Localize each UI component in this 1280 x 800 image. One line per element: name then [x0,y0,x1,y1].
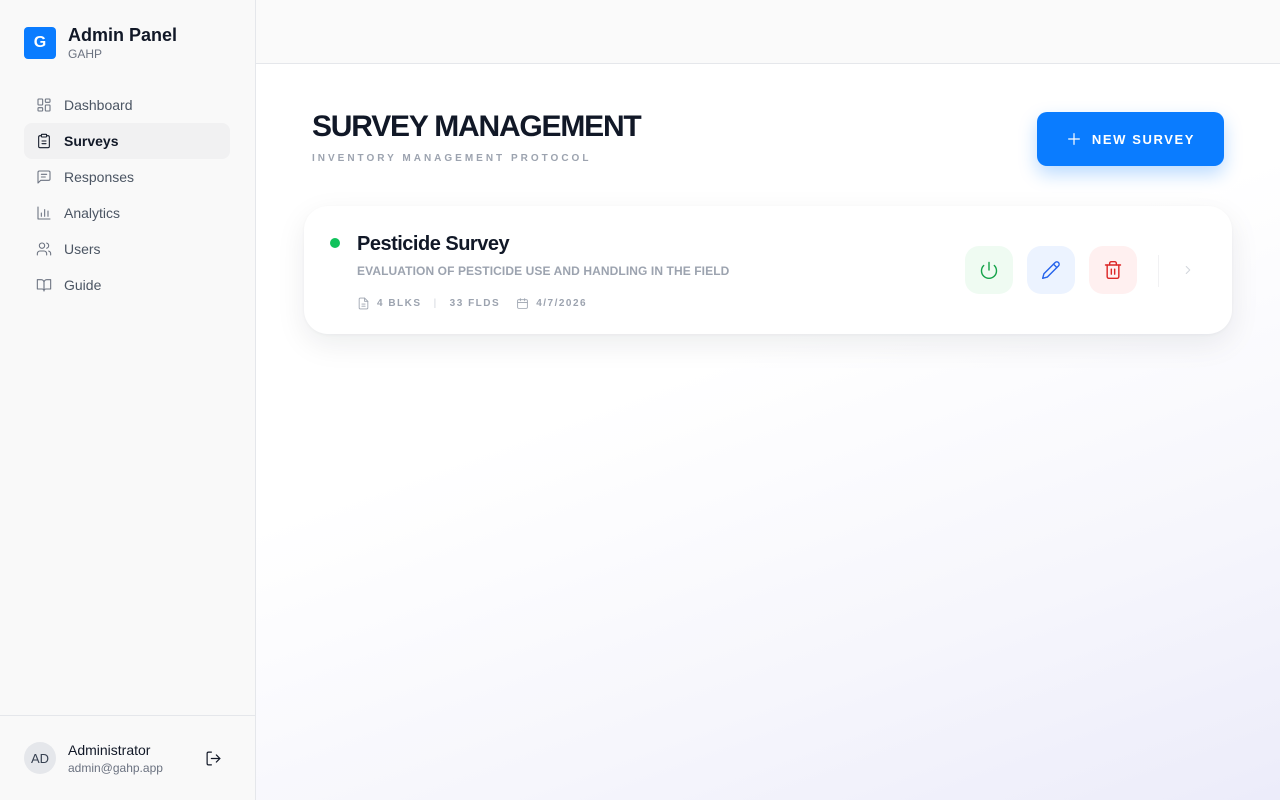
delete-button[interactable] [1089,246,1137,294]
status-indicator [330,238,340,248]
fields-count: 33 FLDS [449,297,501,309]
user-profile: AD Administrator admin@gahp.app [0,715,255,800]
users-icon [36,241,52,257]
blocks-count: 4 BLKS [377,297,422,309]
sidebar-item-guide[interactable]: Guide [24,267,230,303]
survey-card[interactable]: Pesticide Survey EVALUATION OF PESTICIDE… [304,206,1232,334]
sidebar-item-surveys[interactable]: Surveys [24,123,230,159]
avatar[interactable]: AD [24,742,56,774]
main-content: SURVEY MANAGEMENT INVENTORY MANAGEMENT P… [256,0,1280,800]
sidebar-item-label: Users [64,241,101,257]
new-survey-button[interactable]: NEW SURVEY [1037,112,1224,166]
survey-date: 4/7/2026 [536,297,588,309]
meta-separator: | [433,297,438,309]
logout-button[interactable] [203,748,223,768]
pencil-icon [1041,261,1060,280]
open-survey-button[interactable] [1180,262,1196,278]
logout-icon [206,751,220,765]
file-icon [358,297,369,309]
power-icon [980,261,998,280]
book-icon [36,277,52,293]
sidebar-item-users[interactable]: Users [24,231,230,267]
calendar-icon [517,297,528,309]
toggle-active-button[interactable] [965,246,1013,294]
survey-description: EVALUATION OF PESTICIDE USE AND HANDLING… [357,264,730,278]
sidebar-item-dashboard[interactable]: Dashboard [24,87,230,123]
dashboard-icon [36,97,52,113]
sidebar-item-label: Surveys [64,133,119,149]
sidebar-item-analytics[interactable]: Analytics [24,195,230,231]
divider [1158,255,1159,287]
chevron-right-icon [1185,265,1191,275]
trash-icon [1104,260,1122,280]
sidebar-item-label: Analytics [64,205,121,221]
sidebar-item-responses[interactable]: Responses [24,159,230,195]
sidebar-nav: Dashboard Surveys Responses Analytics Us… [24,87,230,303]
bar-chart-icon [36,205,52,221]
clipboard-icon [36,133,52,149]
brand-logo: G [24,27,56,59]
survey-meta: 4 BLKS | 33 FLDS 4/7/2026 [357,295,587,311]
user-name: Administrator [68,742,151,758]
new-survey-label: NEW SURVEY [1091,131,1196,147]
plus-icon [1067,133,1080,145]
message-icon [36,169,52,185]
sidebar-item-label: Responses [64,169,135,185]
sidebar-item-label: Guide [64,277,102,293]
brand: G Admin Panel GAHP [24,24,177,62]
user-email: admin@gahp.app [68,761,163,775]
app-subtitle: GAHP [68,47,103,61]
page-subtitle: INVENTORY MANAGEMENT PROTOCOL [312,153,592,164]
sidebar: G Admin Panel GAHP Dashboard Surveys Res… [0,0,256,800]
app-title: Admin Panel [68,25,178,45]
edit-button[interactable] [1027,246,1075,294]
top-bar [256,0,1280,64]
sidebar-item-label: Dashboard [64,97,133,113]
survey-title[interactable]: Pesticide Survey [357,233,510,256]
page-title: SURVEY MANAGEMENT [312,110,642,143]
